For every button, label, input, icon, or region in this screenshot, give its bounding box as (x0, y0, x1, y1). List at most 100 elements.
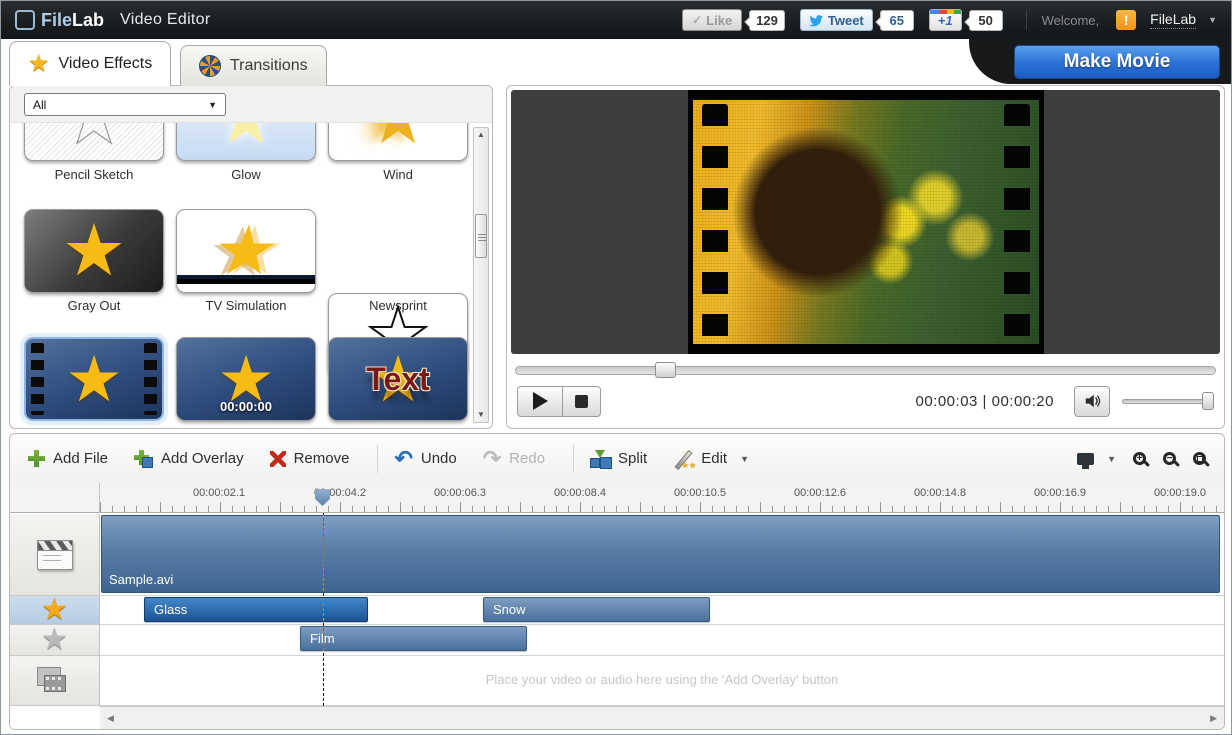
plus-icon: + (1137, 454, 1143, 464)
remove-button[interactable]: Remove (270, 450, 350, 467)
chevron-down-icon[interactable]: ▼ (1208, 15, 1217, 25)
clip-label: Sample.avi (109, 572, 173, 587)
timeline-scrollbar[interactable]: ◀ ▶ (100, 706, 1224, 729)
effects-filter-strip: All ▼ (10, 86, 492, 123)
like-count-badge: 129 (749, 10, 785, 31)
scroll-down-arrow[interactable]: ▼ (474, 408, 488, 422)
redo-button[interactable]: Redo (483, 448, 545, 470)
tweet-count-badge: 65 (880, 10, 914, 31)
sunflower-frame-image (693, 99, 1039, 345)
effect-thumb-timestamp[interactable]: 00:00:00 (176, 337, 316, 421)
effect-thumb-gray-out[interactable] (24, 209, 164, 293)
effect-label: Wind (328, 167, 468, 182)
video-track-body[interactable]: Sample.avi (100, 514, 1224, 596)
twitter-bird-icon (809, 14, 824, 27)
username-link[interactable]: FileLab (1150, 11, 1196, 29)
zoom-fit-button[interactable] (1193, 452, 1206, 465)
effect-label: Gray Out (24, 298, 164, 313)
timeline-panel: Add File Add Overlay Remove Undo Redo Sp… (9, 433, 1225, 730)
edit-button[interactable]: Edit▼ (673, 450, 749, 468)
video-clip[interactable]: Sample.avi (101, 515, 1220, 593)
google-plusone-button[interactable]: +1 (929, 9, 962, 31)
split-button[interactable]: Split (590, 450, 647, 468)
effects-track-2-body[interactable]: Film (100, 625, 1224, 656)
scrollbar-thumb[interactable] (475, 214, 487, 258)
logo-file-text: File (41, 10, 72, 31)
welcome-text: Welcome, (1042, 13, 1100, 28)
effect-thumb-film-selected[interactable] (24, 337, 164, 421)
scroll-up-arrow[interactable]: ▲ (474, 128, 488, 142)
star-icon (28, 52, 50, 76)
clip-label: Snow (493, 602, 526, 617)
effect-thumb-text[interactable]: Text (328, 337, 468, 421)
volume-thumb[interactable] (1202, 392, 1214, 410)
effect-clip-film[interactable]: Film (300, 626, 527, 651)
volume-button[interactable] (1074, 386, 1110, 417)
facebook-like-button[interactable]: ✓ Like (682, 9, 742, 31)
plus-overlay-icon (134, 450, 153, 468)
video-frame (688, 90, 1044, 354)
plus-icon (28, 450, 45, 467)
star-icon (366, 123, 431, 155)
speaker-icon (1083, 393, 1101, 409)
star-icon (65, 347, 122, 411)
effect-clip-glass[interactable]: Glass (144, 597, 368, 622)
volume-slider[interactable] (1122, 392, 1214, 410)
seek-thumb[interactable] (655, 362, 676, 378)
timeline-ruler[interactable]: 00:00:02.1 00:00:04.2 00:00:06.3 00:00:0… (100, 483, 1224, 513)
effects-grid: Pencil Sketch Glow Wind Gray Out TV Simu… (14, 123, 470, 426)
make-movie-button[interactable]: Make Movie (1014, 45, 1220, 79)
effect-label: Glow (176, 167, 316, 182)
chevron-down-icon: ▼ (1107, 454, 1116, 464)
chevron-down-icon: ▼ (208, 100, 217, 110)
undo-button[interactable]: Undo (394, 448, 456, 470)
add-overlay-button[interactable]: Add Overlay (134, 450, 244, 468)
film-frames-icon (44, 675, 66, 692)
effect-thumb-tv-simulation[interactable] (176, 209, 316, 293)
magic-wand-icon (673, 450, 693, 468)
overlay-track-header[interactable] (10, 656, 100, 706)
video-preview-screen (511, 90, 1220, 354)
effect-label: TV Simulation (176, 298, 316, 313)
overlay-track-body[interactable]: Place your video or audio here using the… (100, 656, 1224, 706)
zoom-in-button[interactable]: + (1133, 452, 1146, 465)
seek-track[interactable] (515, 366, 1216, 375)
film-sprocket-holes (702, 104, 728, 340)
seek-bar[interactable] (515, 362, 1216, 378)
top-bar: File Lab Video Editor ✓ Like 129 Tweet 6… (1, 1, 1231, 39)
scroll-left-arrow[interactable]: ◀ (107, 707, 114, 729)
effects-track-1-body[interactable]: Glass Snow (100, 596, 1224, 625)
video-track-header[interactable] (10, 514, 100, 596)
clip-label: Glass (154, 602, 187, 617)
effects-scrollbar[interactable]: ▲ ▼ (473, 127, 489, 423)
chevron-down-icon: ▼ (740, 454, 749, 464)
add-file-button[interactable]: Add File (28, 450, 108, 467)
volume-track[interactable] (1122, 399, 1214, 404)
tweet-button[interactable]: Tweet (800, 9, 873, 31)
overlay-track: Place your video or audio here using the… (10, 656, 1224, 706)
effect-clip-snow[interactable]: Snow (483, 597, 710, 622)
app-title: Video Editor (120, 11, 210, 29)
stop-button[interactable] (563, 386, 601, 417)
effects-track-1: Glass Snow (10, 596, 1224, 625)
social-buttons: ✓ Like 129 Tweet 65 +1 50 Welcome, ! Fil… (682, 9, 1217, 31)
effect-thumb-pencil-sketch[interactable] (24, 123, 164, 161)
fit-icon (1197, 456, 1203, 462)
scrollbar-corner (10, 706, 100, 729)
effect-thumb-glow[interactable] (176, 123, 316, 161)
playback-controls: 00:00:03 | 00:00:20 (517, 384, 1214, 418)
preview-panel: 00:00:03 | 00:00:20 (506, 85, 1225, 429)
user-avatar: ! (1116, 10, 1136, 30)
effect-thumb-wind[interactable] (328, 123, 468, 161)
effects-track-1-header[interactable] (10, 596, 100, 625)
tab-video-effects[interactable]: Video Effects (9, 41, 171, 86)
effects-track-2-header[interactable] (10, 625, 100, 656)
play-button[interactable] (517, 386, 563, 417)
tab-transitions[interactable]: Transitions (180, 45, 327, 86)
zoom-out-button[interactable]: − (1163, 452, 1176, 465)
playhead-line (323, 513, 324, 706)
effects-category-select[interactable]: All ▼ (24, 93, 226, 116)
display-mode-button[interactable]: ▼ (1077, 453, 1116, 465)
scroll-right-arrow[interactable]: ▶ (1210, 707, 1217, 729)
timestamp-overlay: 00:00:00 (177, 399, 315, 414)
